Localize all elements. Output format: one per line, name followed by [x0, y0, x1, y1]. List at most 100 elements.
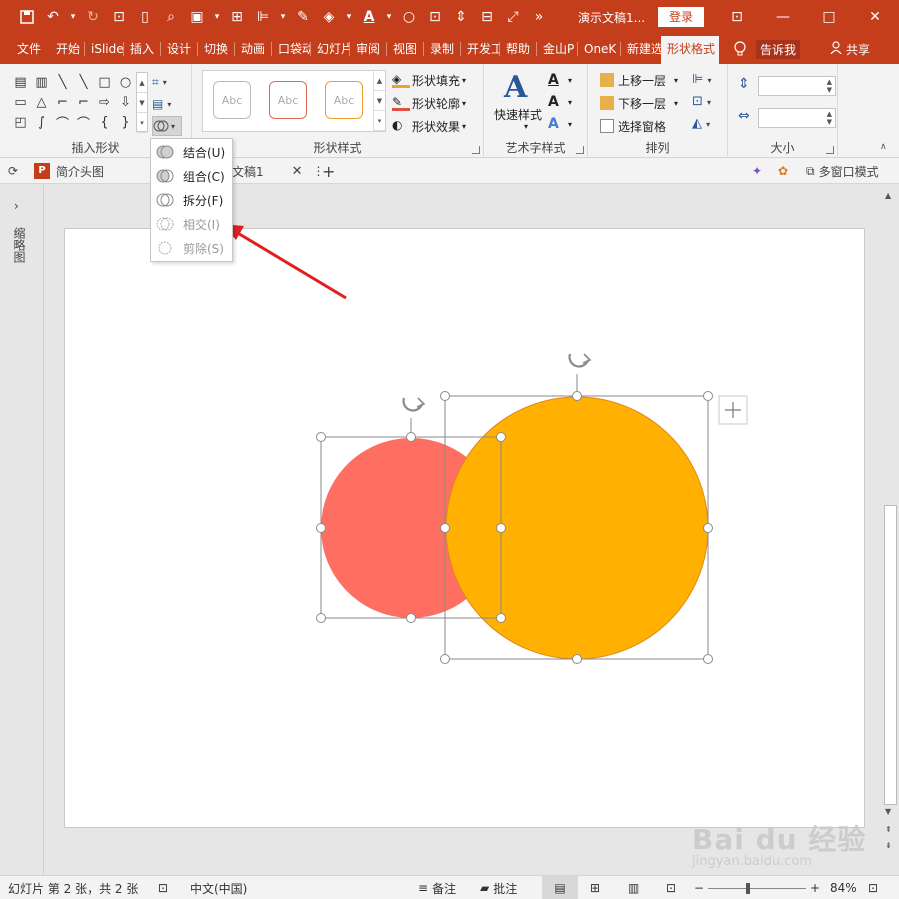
triangle-shape-icon[interactable]: △: [31, 92, 52, 112]
tab-record[interactable]: 录制: [424, 34, 460, 64]
close-icon[interactable]: ✕: [852, 0, 898, 34]
distribute-icon[interactable]: ⇕: [448, 0, 474, 34]
resize-icon[interactable]: ⤢: [500, 0, 526, 34]
menu-subtract[interactable]: 剪除(S): [151, 236, 232, 260]
brace-left-shape-icon[interactable]: {: [94, 112, 115, 132]
merge-shapes-icon[interactable]: ▾: [152, 116, 182, 136]
edit-shape-icon[interactable]: ⌗ ▾: [152, 72, 182, 92]
document-tab[interactable]: 文稿1 ✕ ⋮: [232, 158, 325, 184]
chevron-down-icon[interactable]: ▼: [374, 91, 385, 111]
save-icon[interactable]: [14, 0, 40, 34]
send-backward-button[interactable]: 下移一层 ▾: [600, 93, 678, 113]
new-tab-icon[interactable]: +: [322, 158, 335, 184]
more-shapes-icon[interactable]: ▾: [137, 113, 147, 133]
tab-help[interactable]: 帮助: [500, 34, 536, 64]
comments-button[interactable]: ▰ 批注: [480, 876, 517, 899]
bring-forward-button[interactable]: 上移一层 ▾: [600, 70, 678, 90]
oval-shape-icon[interactable]: ○: [115, 72, 136, 92]
tab-home[interactable]: 开始: [50, 34, 84, 64]
tab-new-options[interactable]: 新建选: [621, 34, 661, 64]
magic-icon[interactable]: ✦: [752, 158, 762, 184]
close-tab-icon[interactable]: ✕: [292, 164, 303, 179]
tab-review[interactable]: 审阅: [350, 34, 386, 64]
scroll-thumb[interactable]: [884, 505, 897, 805]
scroll-down-icon[interactable]: ▼: [885, 807, 891, 816]
maximize-icon[interactable]: □: [806, 0, 852, 34]
brace-right-shape-icon[interactable]: }: [115, 112, 136, 132]
text-effect-icon[interactable]: A: [548, 116, 559, 132]
normal-view-icon[interactable]: ▤: [542, 876, 578, 899]
rounded-rect-shape-icon[interactable]: ▭: [10, 92, 31, 112]
tab-file[interactable]: 文件: [8, 34, 50, 64]
fill-dropdown-icon[interactable]: ▾: [342, 0, 356, 34]
tab-view[interactable]: 视图: [387, 34, 423, 64]
line2-shape-icon[interactable]: ╲: [73, 72, 94, 92]
chevron-up-icon[interactable]: ▲: [137, 73, 147, 93]
next-slide-icon[interactable]: ⇟: [885, 841, 892, 850]
text-box-icon[interactable]: ▤ ▾: [152, 94, 182, 114]
refresh-icon[interactable]: ⟳: [8, 158, 18, 184]
prev-slide-icon[interactable]: ⇞: [885, 825, 892, 834]
style-preset-1[interactable]: Abc: [213, 81, 251, 119]
align-dropdown-icon[interactable]: ▾: [276, 0, 290, 34]
rectangle-shape-icon[interactable]: □: [94, 72, 115, 92]
grid-icon[interactable]: ⊞: [224, 0, 250, 34]
align-objects-icon[interactable]: ⊫ ▾: [692, 72, 711, 87]
minimize-icon[interactable]: —: [760, 0, 806, 34]
slideshow-icon[interactable]: ⊡: [106, 0, 132, 34]
redo-icon[interactable]: ↻: [80, 0, 106, 34]
align-center-icon[interactable]: ⊟: [474, 0, 500, 34]
tab-slideshow[interactable]: 幻灯片: [311, 34, 349, 64]
reading-view-icon[interactable]: ▥: [628, 876, 639, 899]
line-shape-icon[interactable]: ╲: [52, 72, 73, 92]
eyedropper-icon[interactable]: ✎: [290, 0, 316, 34]
tab-insert[interactable]: 插入: [124, 34, 160, 64]
lightbulb-icon[interactable]: [733, 34, 747, 64]
shape-height-input[interactable]: ▲ ▼: [758, 76, 836, 96]
vertical-scrollbar[interactable]: ▲ ▼ ⇞ ⇟: [882, 185, 899, 875]
style-preset-2[interactable]: Abc: [269, 81, 307, 119]
scroll-up-icon[interactable]: ▲: [885, 191, 891, 200]
styles-scroll[interactable]: ▲ ▼ ▾: [373, 71, 385, 131]
freeform-shape-icon[interactable]: ∫: [31, 112, 52, 132]
circle-shape-icon[interactable]: ○: [396, 0, 422, 34]
font-color-icon[interactable]: A: [356, 0, 382, 34]
menu-intersect[interactable]: 相交(I): [151, 212, 232, 236]
tab-kingsoft[interactable]: 金山P: [537, 34, 577, 64]
shape-effect-button[interactable]: ◐ 形状效果 ▾: [392, 116, 466, 136]
curve-shape-icon[interactable]: ⌒: [52, 112, 73, 132]
slide[interactable]: [64, 228, 865, 828]
text-outline-dropdown-icon[interactable]: ▾: [568, 98, 572, 107]
shape-outline-button[interactable]: ✎ 形状轮廓 ▾: [392, 93, 466, 113]
shapes-scroll[interactable]: ▲ ▼ ▾: [136, 72, 148, 133]
right-arrow-shape-icon[interactable]: ⇨: [94, 92, 115, 112]
more-styles-icon[interactable]: ▾: [374, 111, 385, 131]
tell-me-input[interactable]: 告诉我: [756, 39, 801, 59]
text-outline-icon[interactable]: A: [548, 94, 559, 110]
elbow-connector2-icon[interactable]: ⌐: [73, 92, 94, 112]
align-icon[interactable]: ⊫: [250, 0, 276, 34]
tab-design[interactable]: 设计: [161, 34, 197, 64]
zoom-in-icon[interactable]: +: [810, 876, 820, 899]
chevron-up-icon[interactable]: ▲: [374, 71, 385, 91]
dialog-launcher-icon[interactable]: [576, 146, 584, 154]
zoom-level[interactable]: 84%: [830, 876, 857, 899]
new-file-icon[interactable]: ▯: [132, 0, 158, 34]
dialog-launcher-icon[interactable]: [826, 146, 834, 154]
share-button[interactable]: 共享: [830, 34, 870, 64]
arc-shape-icon[interactable]: ⌒: [73, 112, 94, 132]
text-effect-dropdown-icon[interactable]: ▾: [568, 120, 572, 129]
style-preset-3[interactable]: Abc: [325, 81, 363, 119]
login-button[interactable]: 登录: [658, 7, 704, 27]
shape-fill-button[interactable]: ◈ 形状填充 ▾: [392, 70, 466, 90]
ribbon-display-icon[interactable]: ⊡: [714, 0, 760, 34]
more-commands-icon[interactable]: »: [526, 0, 552, 34]
proofing-icon[interactable]: ⊡: [158, 876, 168, 899]
expand-panel-icon[interactable]: ›: [14, 199, 19, 213]
menu-combine[interactable]: 组合(C): [151, 164, 232, 188]
chevron-down-icon[interactable]: ▼: [137, 93, 147, 113]
tab-onekey[interactable]: OneK: [578, 34, 620, 64]
settings-gear-icon[interactable]: ✿: [778, 158, 788, 184]
quick-styles-dropdown-icon[interactable]: ▾: [524, 122, 528, 131]
flowchart-shape-icon[interactable]: ◰: [10, 112, 31, 132]
